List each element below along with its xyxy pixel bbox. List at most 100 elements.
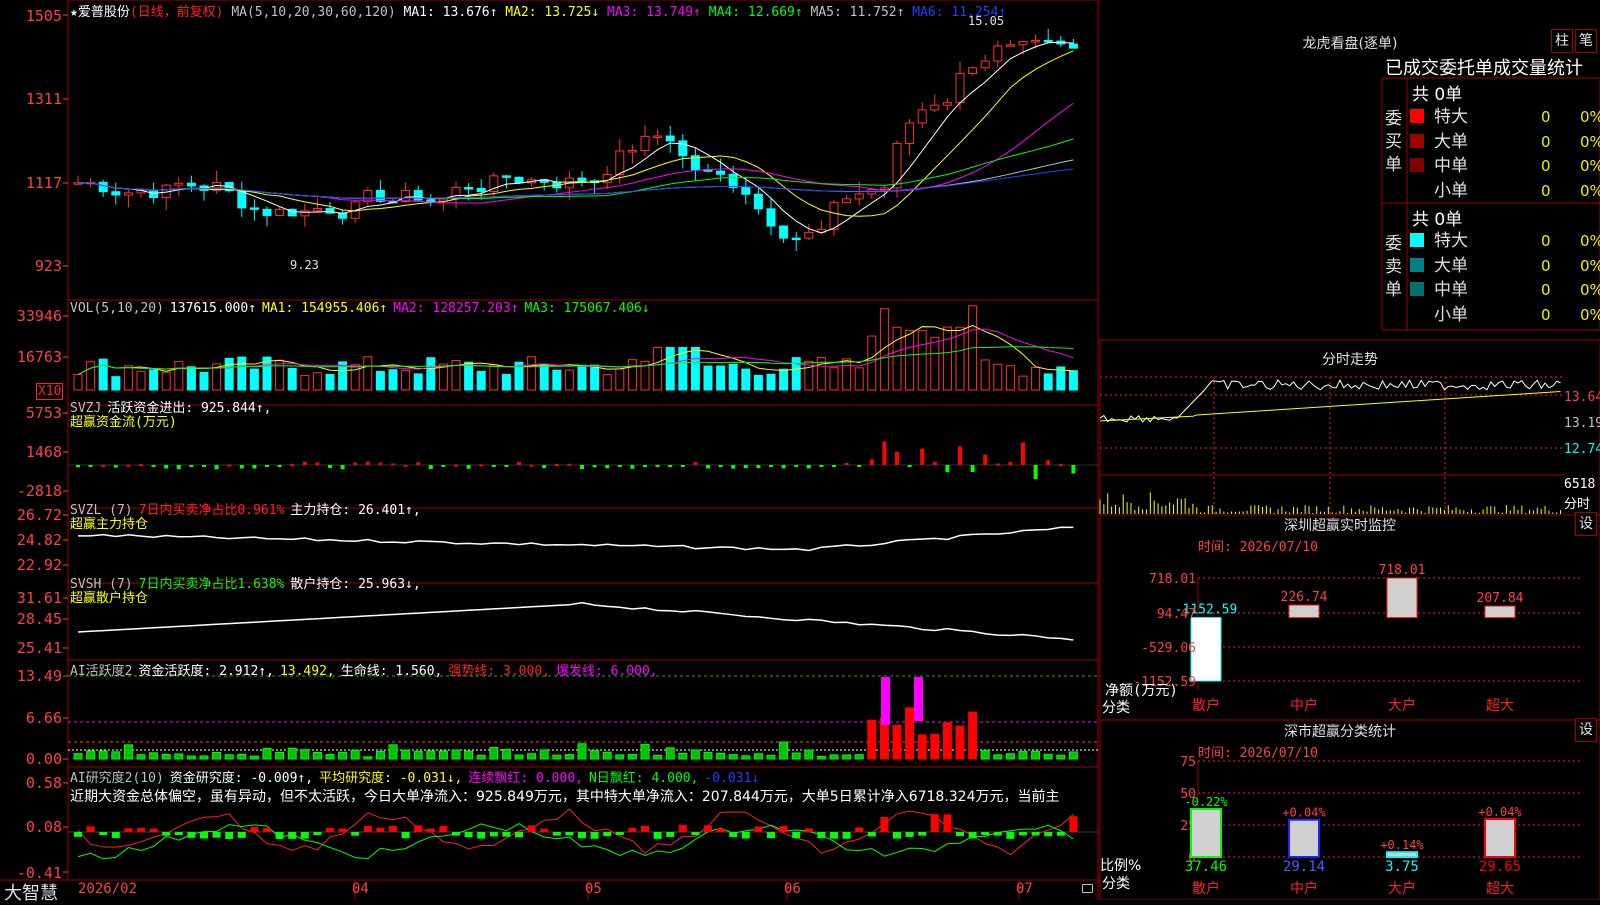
volume-bar	[300, 374, 310, 391]
brand-logo: 大智慧	[4, 883, 58, 904]
flow-bar	[882, 441, 887, 465]
dragon-tiger-row-buy: 小单	[1410, 179, 1468, 203]
flow-bar	[328, 465, 332, 468]
activity-bar	[338, 751, 348, 760]
intraday-avg	[1099, 391, 1561, 422]
row-count: 0	[1541, 157, 1551, 175]
volume-bar	[942, 326, 952, 391]
ai-research-comment: 近期大资金总体偏空，虽有异动，但不太活跃，今日大单净流入：925.849万元，其…	[70, 789, 1060, 805]
activity-bar	[741, 755, 751, 760]
research-bar	[968, 832, 977, 839]
bar-view-button[interactable]: 柱	[1551, 29, 1573, 53]
flow-bar	[113, 465, 118, 468]
flow-bar	[1008, 462, 1013, 465]
ma3-value: MA3: 13.749↑	[607, 5, 701, 20]
activity-bar	[590, 750, 600, 760]
ratio-change-label: -0.22%	[1184, 795, 1228, 809]
tick-view-button[interactable]: 笔	[1575, 29, 1597, 53]
row-label: 大单	[1434, 255, 1468, 276]
classify-time: 时间: 2026/07/10	[1198, 746, 1318, 761]
volume-bar	[1018, 375, 1028, 391]
svzl-y-tick: 26.72	[16, 506, 62, 524]
sell-side-label: 委卖单	[1385, 234, 1402, 300]
candle	[917, 109, 927, 124]
activity-bar	[564, 754, 574, 760]
volume-bar	[552, 369, 562, 391]
monitor-settings-button[interactable]: 设	[1575, 512, 1597, 536]
research-bar	[855, 827, 864, 832]
activity-bar	[86, 750, 96, 760]
candle	[842, 198, 852, 204]
activity-bar	[728, 754, 738, 760]
flow-bar	[844, 462, 849, 465]
candle	[791, 237, 801, 241]
flow-bar	[164, 465, 169, 469]
ai-research-b: 平均研究度: -0.031↓,	[319, 771, 463, 786]
flow-bar	[1033, 465, 1038, 480]
flow-bar	[706, 465, 710, 469]
activity-bar	[476, 754, 486, 760]
research-bar	[590, 832, 599, 839]
vol-ma1: MA1: 154955.406↑	[262, 301, 388, 316]
activity-bar	[224, 754, 234, 760]
research-bar	[111, 832, 120, 839]
svzl-y-tick: 22.92	[16, 556, 62, 574]
ai-active-a: 资金活跃度: 2.912↑,	[138, 664, 274, 679]
candle	[1018, 41, 1028, 46]
volume-bar	[73, 374, 83, 391]
dragon-tiger-row-buy: 中单	[1410, 154, 1468, 178]
ratio-bar	[1386, 851, 1418, 859]
volume-bar	[123, 365, 133, 391]
candle	[766, 208, 776, 227]
flow-bar	[479, 464, 484, 467]
candle	[338, 212, 348, 219]
net-amount-bar	[1484, 605, 1516, 619]
activity-bar	[174, 753, 184, 760]
candle	[615, 150, 625, 176]
color-swatch	[1410, 109, 1424, 123]
row-label: 特大	[1434, 107, 1468, 127]
activity-bar	[1068, 751, 1078, 760]
stock-name[interactable]: 爱普股份	[78, 5, 130, 20]
net-amount-bar	[1288, 604, 1320, 619]
main-y-tick: 1117	[25, 174, 62, 192]
row-percent: 0%	[1580, 157, 1600, 175]
candle	[262, 208, 272, 216]
classify-settings-button[interactable]: 设	[1575, 718, 1597, 742]
dragon-tiger-row-buy: 大单	[1410, 130, 1468, 154]
research-bar	[401, 832, 410, 839]
category-label: 超大	[1486, 881, 1514, 897]
flow-bar	[605, 465, 610, 469]
research-bar	[918, 832, 927, 836]
volume-bar	[186, 366, 196, 391]
ratio-change-label: +0.14%	[1380, 838, 1424, 852]
volume-bar	[375, 370, 385, 391]
activity-bar	[136, 754, 146, 760]
candle	[678, 140, 688, 157]
candle	[1031, 39, 1041, 43]
ai-research-d: N日飘红: 4.000,	[588, 771, 699, 786]
ratio-value-label: 29.65	[1479, 859, 1521, 875]
volume-bar	[501, 373, 511, 391]
flow-bar	[1071, 465, 1076, 474]
category-label: 中户	[1290, 880, 1318, 897]
ratio-value-label: 29.14	[1283, 859, 1325, 875]
research-bar	[905, 832, 914, 837]
activity-bar	[287, 747, 297, 760]
color-swatch	[1410, 182, 1424, 197]
flow-bar	[504, 465, 509, 467]
activity-bar	[514, 754, 524, 760]
flow-bar	[1021, 442, 1025, 465]
activity-bar	[842, 754, 852, 760]
svzl-ratio: 7日内买卖净占比0.961%	[138, 503, 285, 518]
activity-bar	[1056, 754, 1066, 760]
classify-axis-title: 比例%	[1100, 858, 1142, 874]
flow-bar	[491, 465, 496, 467]
period-label[interactable]: (日线，前复权)	[130, 5, 224, 20]
research-bar	[300, 832, 309, 839]
lock-icon[interactable]	[1082, 884, 1093, 893]
activity-bar	[275, 751, 285, 760]
chart-canvas[interactable]: -1152.59散户226.74中户718.01大户207.84超大718.01…	[0, 0, 1600, 900]
dragon-tiger-row-sell: 中单	[1410, 278, 1468, 302]
flow-bar	[214, 465, 219, 470]
